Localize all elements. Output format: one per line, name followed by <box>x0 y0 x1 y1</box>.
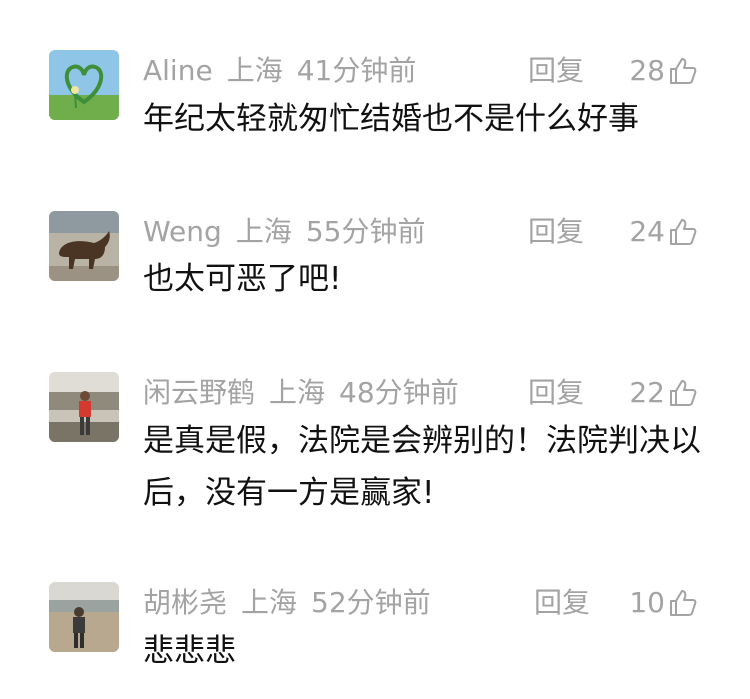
comment-meta: 闲云野鹤 上海 48分钟前 <box>143 373 459 413</box>
reply-button[interactable]: 回复 <box>534 583 590 623</box>
avatar[interactable] <box>49 50 119 120</box>
comment-text: 年纪太轻就匆忙结婚也不是什么好事 <box>143 101 639 137</box>
bull-statue-avatar-icon <box>49 211 119 281</box>
like-count: 22 <box>629 376 665 409</box>
avatar[interactable] <box>49 582 119 652</box>
username[interactable]: Aline <box>143 54 213 87</box>
like-button[interactable]: 10 <box>629 583 698 623</box>
avatar[interactable] <box>49 211 119 281</box>
location: 上海 <box>226 54 283 87</box>
comment-text: 也太可恶了吧! <box>143 261 342 297</box>
reply-button[interactable]: 回复 <box>528 373 584 413</box>
timestamp: 55分钟前 <box>305 215 426 248</box>
thumbs-up-icon <box>670 590 697 616</box>
location: 上海 <box>241 586 298 619</box>
comment-meta: Aline 上海 41分钟前 <box>143 51 416 91</box>
like-button[interactable]: 22 <box>629 373 698 413</box>
like-button[interactable]: 24 <box>629 212 698 252</box>
username[interactable]: 胡彬尧 <box>143 586 227 619</box>
location: 上海 <box>235 215 292 248</box>
avatar[interactable] <box>49 372 119 442</box>
person-beach-avatar-icon <box>49 582 119 652</box>
timestamp: 48分钟前 <box>339 376 459 409</box>
comment-meta: 胡彬尧 上海 52分钟前 <box>143 583 431 623</box>
comment-text: 悲悲悲 <box>143 633 236 669</box>
thumbs-up-icon <box>670 58 697 84</box>
comment-meta: Weng 上海 55分钟前 <box>143 212 425 252</box>
reply-button[interactable]: 回复 <box>528 212 584 252</box>
like-count: 10 <box>629 586 665 619</box>
person-outdoor-avatar-icon <box>49 372 119 442</box>
thumbs-up-icon <box>670 219 697 245</box>
timestamp: 41分钟前 <box>296 54 417 87</box>
username[interactable]: Weng <box>143 215 222 248</box>
thumbs-up-icon <box>670 380 697 406</box>
location: 上海 <box>269 376 326 409</box>
heart-clover-avatar-icon <box>49 50 119 120</box>
timestamp: 52分钟前 <box>311 586 431 619</box>
like-button[interactable]: 28 <box>629 51 698 91</box>
comment-text: 是真是假，法院是会辨别的！法院判决以后，没有一方是赢家! <box>143 423 701 511</box>
like-count: 28 <box>629 54 665 87</box>
like-count: 24 <box>629 215 665 248</box>
reply-button[interactable]: 回复 <box>528 51 584 91</box>
username[interactable]: 闲云野鹤 <box>143 376 255 409</box>
